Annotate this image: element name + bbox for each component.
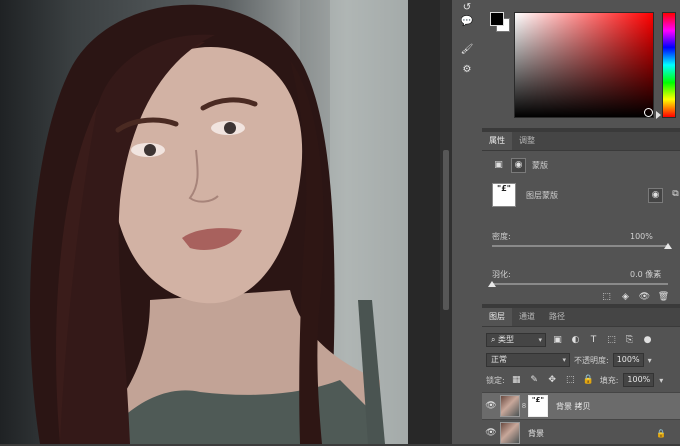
delete-mask-trash-icon[interactable]: 🗑 <box>657 291 670 304</box>
foreground-color-swatch[interactable] <box>490 12 504 26</box>
brush-settings-icon[interactable]: 🖌 <box>460 42 474 56</box>
canvas-gutter <box>408 0 440 444</box>
layer-mask-thumbnail[interactable]: "£" <box>528 395 548 417</box>
filter-toggle-icon[interactable]: ● <box>641 334 654 347</box>
filter-pixel-icon[interactable]: ▣ <box>551 334 564 347</box>
fill-dropdown-caret-icon[interactable]: ▾ <box>659 376 663 385</box>
portrait-photo <box>30 0 408 444</box>
feather-slider-knob[interactable] <box>488 281 496 287</box>
filter-smart-object-icon[interactable]: ⎘ <box>623 334 636 347</box>
layer-thumbnail <box>500 395 520 417</box>
lock-artboard-icon[interactable]: ⬚ <box>564 374 577 387</box>
lock-label: 锁定: <box>486 375 505 385</box>
collapsed-panel-strip: ↺ 💬 🖌 ⚙ <box>452 0 483 444</box>
select-pixel-mask-icon[interactable]: ◉ <box>648 187 663 203</box>
fill-label: 填充: <box>599 375 619 385</box>
feather-slider-track[interactable] <box>492 283 668 285</box>
mask-type-icon[interactable]: ◉ <box>511 157 526 173</box>
opacity-label: 不透明度: <box>574 355 609 365</box>
tab-adjustments[interactable]: 调整 <box>512 132 542 150</box>
lock-transparent-pixels-icon[interactable]: ▦ <box>510 374 523 387</box>
lock-all-icon[interactable]: 🔒 <box>582 374 595 387</box>
tab-properties[interactable]: 属性 <box>482 132 512 150</box>
search-icon: ⌕ <box>491 335 499 344</box>
blend-mode-value: 正常 <box>491 355 507 364</box>
layers-tabs: 图层 通道 路径 <box>482 308 680 327</box>
layer-mask-thumbnail: "£" <box>492 183 516 207</box>
disable-mask-eye-icon[interactable]: 👁 <box>638 291 651 304</box>
layer-row[interactable]: 👁 背景 🔒 <box>482 419 680 446</box>
properties-tabs: 属性 调整 <box>482 132 680 151</box>
layer-mask-label: 图层蒙版 <box>526 190 558 200</box>
opacity-dropdown-caret-icon[interactable]: ▾ <box>648 356 652 365</box>
fill-field[interactable]: 100% <box>623 373 655 387</box>
tab-layers[interactable]: 图层 <box>482 308 512 326</box>
hue-slider[interactable] <box>662 12 676 118</box>
layer-locked-icon[interactable]: 🔒 <box>656 429 666 438</box>
filter-shape-icon[interactable]: ⬚ <box>605 334 618 347</box>
visibility-eye-icon[interactable]: 👁 <box>482 428 500 438</box>
properties-panel: 属性 调整 ▣ ◉ 蒙版 "£" 图层蒙版 ◉ ⧉ 密度: 100% 羽化: 0… <box>482 132 680 304</box>
layer-row[interactable]: 👁 8 "£" 背景 拷贝 <box>482 392 680 419</box>
pixel-layer-icon[interactable]: ▣ <box>492 159 505 172</box>
hue-slider-arrow[interactable] <box>656 111 661 119</box>
opacity-field[interactable]: 100% <box>612 353 644 367</box>
history-icon[interactable]: ↺ <box>460 0 474 14</box>
apply-mask-icon[interactable]: ◈ <box>619 291 632 304</box>
blend-mode-dropdown[interactable]: 正常 ▾ <box>486 353 570 367</box>
density-value[interactable]: 100% <box>630 232 653 241</box>
feather-label: 羽化: <box>492 269 511 279</box>
lock-image-pixels-icon[interactable]: ✎ <box>528 374 541 387</box>
lock-position-icon[interactable]: ✥ <box>546 374 559 387</box>
visibility-eye-icon[interactable]: 👁 <box>482 401 500 411</box>
layer-name[interactable]: 背景 拷贝 <box>556 401 591 412</box>
density-label: 密度: <box>492 231 511 241</box>
properties-type-label: 蒙版 <box>532 160 548 170</box>
color-saturation-value-field[interactable] <box>514 12 654 118</box>
layer-filter-kind-dropdown[interactable]: ⌕ 类型 ▾ <box>486 333 546 347</box>
document-canvas[interactable] <box>0 0 408 444</box>
filter-type-icon[interactable]: T <box>587 334 600 347</box>
color-picker-marker[interactable] <box>644 108 653 117</box>
feather-value[interactable]: 0.0 像素 <box>630 269 661 280</box>
layers-panel: 图层 通道 路径 ⌕ 类型 ▾ ▣ ◐ T ⬚ ⎘ ● 正常 ▾ 不透明度: 100… <box>482 308 680 444</box>
mask-link-chain-icon[interactable]: 8 <box>520 402 528 410</box>
filter-adjustment-icon[interactable]: ◐ <box>569 334 582 347</box>
load-selection-icon[interactable]: ⬚ <box>600 291 613 304</box>
density-slider-knob[interactable] <box>664 243 672 249</box>
density-slider-track[interactable] <box>492 245 668 247</box>
filter-kind-value: 类型 <box>498 335 515 344</box>
tab-channels[interactable]: 通道 <box>512 308 542 326</box>
comments-icon[interactable]: 💬 <box>460 14 474 28</box>
tab-paths[interactable]: 路径 <box>542 308 572 326</box>
layer-name[interactable]: 背景 <box>528 428 544 439</box>
layer-thumbnail <box>500 422 520 444</box>
adjustments-sliders-icon[interactable]: ⚙ <box>460 62 474 76</box>
add-vector-mask-icon[interactable]: ⧉ <box>669 188 680 201</box>
scrollbar-thumb[interactable] <box>443 150 449 310</box>
